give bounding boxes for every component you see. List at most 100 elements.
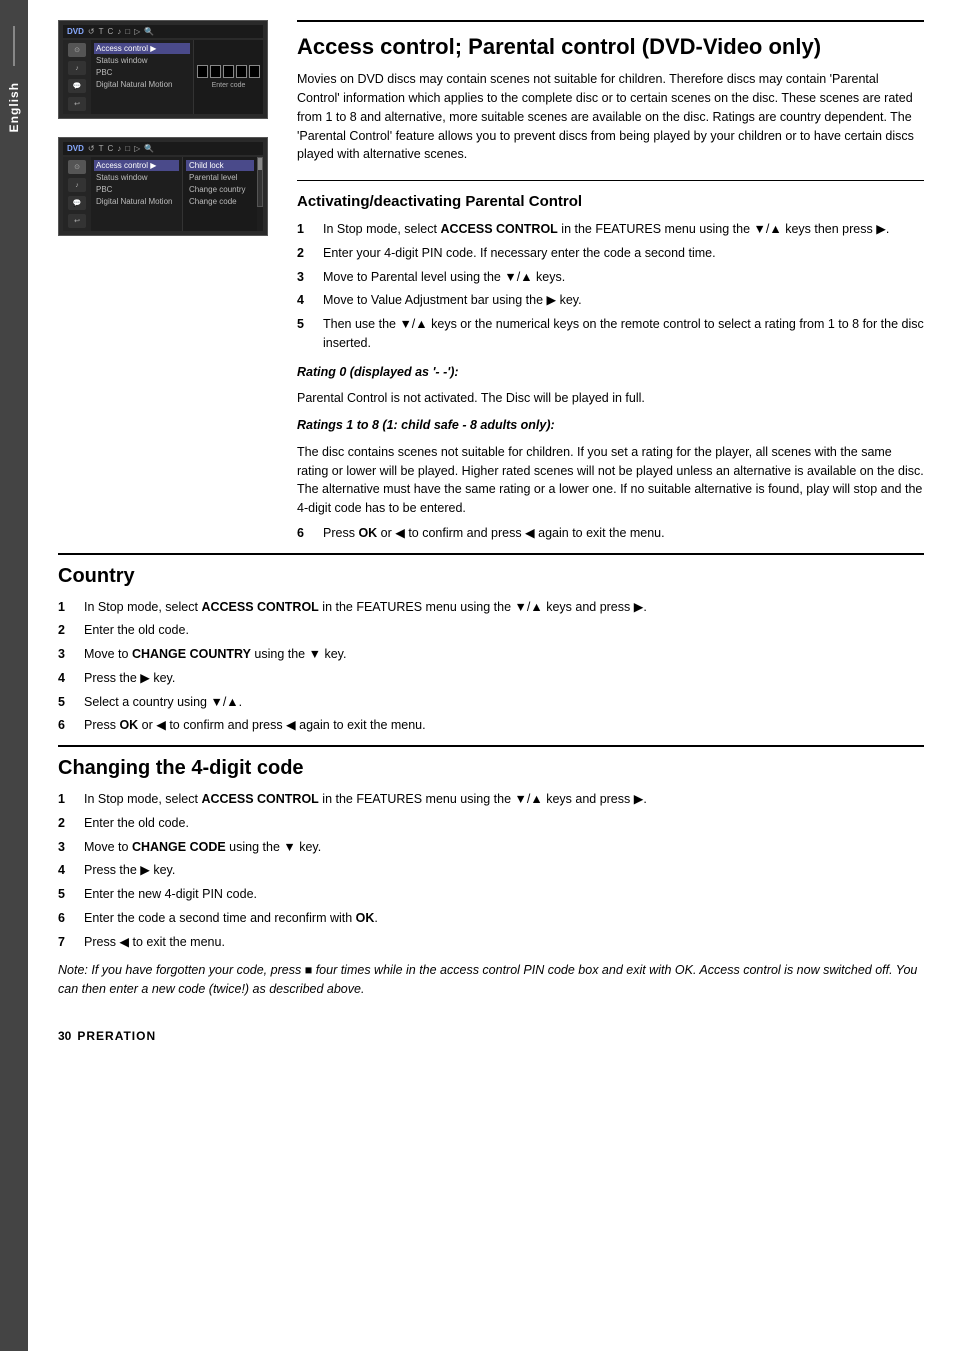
country-step-3: 3 Move to CHANGE COUNTRY using the ▼ key…	[58, 645, 924, 664]
rating0-text: Parental Control is not activated. The D…	[297, 389, 924, 408]
step-content-1: In Stop mode, select ACCESS CONTROL in t…	[323, 220, 924, 239]
code-step-num-7: 7	[58, 933, 74, 952]
dvd-zoom-icon: 🔍	[144, 27, 154, 36]
rating0-label: Rating 0 (displayed as '- -'):	[297, 363, 924, 382]
dvd-rect-icon-2: □	[125, 144, 130, 153]
dvd-play-icon: ▷	[134, 27, 140, 36]
code-step-num-4: 4	[58, 861, 74, 880]
dvd-code-box-3	[223, 65, 234, 78]
country-step-5: 5 Select a country using ▼/▲.	[58, 693, 924, 712]
step-1-3: 3 Move to Parental level using the ▼/▲ k…	[297, 268, 924, 287]
dvd-icon-speech: 💬	[68, 79, 86, 93]
c-step-num-3: 3	[58, 645, 74, 664]
code-step-content-4: Press the ▶ key.	[84, 861, 924, 880]
dvd-menu-content-2: Access control ▶ Status window PBC Digit…	[91, 157, 182, 231]
dvd-submenu-parental: Parental level	[186, 172, 254, 183]
dvd-menu-image-1: DVD ↺ T C ♪ □ ▷ 🔍 ⊙	[58, 20, 268, 119]
dvd-submenu: Child lock Parental level Change country…	[182, 157, 257, 231]
code-note: Note: If you have forgotten your code, p…	[58, 961, 924, 999]
code-step-content-3: Move to CHANGE CODE using the ▼ key.	[84, 838, 924, 857]
c-step-content-3: Move to CHANGE COUNTRY using the ▼ key.	[84, 645, 924, 664]
dvd-item-status: Status window	[94, 55, 190, 66]
top-section: DVD ↺ T C ♪ □ ▷ 🔍 ⊙	[58, 20, 924, 553]
code-step-2: 2 Enter the old code.	[58, 814, 924, 833]
dvd-item-digital: Digital Natural Motion	[94, 79, 190, 90]
dvd-clock-icon-2: ↺	[88, 144, 95, 153]
page-title: Access control; Parental control (DVD-Vi…	[297, 34, 924, 60]
rating0-bold: Rating 0 (displayed as '- -'):	[297, 365, 459, 379]
code-step-1: 1 In Stop mode, select ACCESS CONTROL in…	[58, 790, 924, 809]
page-footer: 30 PRERATION	[58, 1029, 924, 1043]
dvd-logo-icon: DVD	[67, 27, 84, 36]
dvd-code-box-2	[210, 65, 221, 78]
dvd-menu-items-1: Access control ▶ Status window PBC Digit…	[94, 43, 190, 90]
dvd-sidebar-2: ⊙ ♪ 💬 ↩	[63, 157, 91, 231]
dvd-menu-content-1: Access control ▶ Status window PBC Digit…	[91, 40, 193, 114]
step-num-2: 2	[297, 244, 313, 263]
code-step-num-6: 6	[58, 909, 74, 928]
dvd-code-box-4	[236, 65, 247, 78]
dvd-item-pbc-2: PBC	[94, 184, 179, 195]
section-heading-1: Activating/deactivating Parental Control	[297, 193, 924, 210]
code-steps: 1 In Stop mode, select ACCESS CONTROL in…	[58, 790, 924, 951]
dvd-item-pbc: PBC	[94, 67, 190, 78]
country-step-2: 2 Enter the old code.	[58, 621, 924, 640]
page-header: Access control; Parental control (DVD-Vi…	[297, 20, 924, 164]
c-step-content-6: Press OK or ◀ to confirm and press ◀ aga…	[84, 716, 924, 735]
dvd-zoom-icon-2: 🔍	[144, 144, 154, 153]
main-content: DVD ↺ T C ♪ □ ▷ 🔍 ⊙	[28, 0, 954, 1073]
country-step-4: 4 Press the ▶ key.	[58, 669, 924, 688]
dvd-menu-image-2: DVD ↺ T C ♪ □ ▷ 🔍 ⊙	[58, 137, 268, 236]
step-content-2: Enter your 4-digit PIN code. If necessar…	[323, 244, 924, 263]
dvd-item-access-2: Access control ▶	[94, 160, 179, 171]
dvd-menu-body-1: ⊙ ♪ 💬 ↩	[63, 40, 263, 114]
dvd-icon-disc: ⊙	[68, 43, 86, 57]
dvd-item-digital-2: Digital Natural Motion	[94, 196, 179, 207]
dvd-sound-icon-2: ♪	[117, 144, 121, 153]
right-content: Access control; Parental control (DVD-Vi…	[297, 20, 924, 553]
code-step-num-2: 2	[58, 814, 74, 833]
section1-step6: 6 Press OK or ◀ to confirm and press ◀ a…	[297, 524, 924, 543]
code-step-num-5: 5	[58, 885, 74, 904]
dvd-c-icon-2: C	[107, 144, 113, 153]
ratings18-label: Ratings 1 to 8 (1: child safe - 8 adults…	[297, 416, 924, 435]
dvd-scrollbar	[257, 157, 263, 207]
dvd-submenu-code: Change code	[186, 196, 254, 207]
dvd-icon-speech-2: 💬	[68, 196, 86, 210]
step-num-5: 5	[297, 315, 313, 353]
c-step-content-4: Press the ▶ key.	[84, 669, 924, 688]
dvd-icon-note-2: ♪	[68, 178, 86, 192]
dvd-icon-back: ↩	[68, 97, 86, 111]
dvd-scrollbar-thumb	[258, 158, 262, 170]
code-step-content-2: Enter the old code.	[84, 814, 924, 833]
ratings18-bold: Ratings 1 to 8 (1: child safe - 8 adults…	[297, 418, 555, 432]
footer-label: PRERATION	[77, 1029, 156, 1043]
dvd-icon-back-2: ↩	[68, 214, 86, 228]
code-step-content-7: Press ◀ to exit the menu.	[84, 933, 924, 952]
step-1-1: 1 In Stop mode, select ACCESS CONTROL in…	[297, 220, 924, 239]
dvd-icon-disc-2: ⊙	[68, 160, 86, 174]
step-1-5: 5 Then use the ▼/▲ keys or the numerical…	[297, 315, 924, 353]
country-steps: 1 In Stop mode, select ACCESS CONTROL in…	[58, 598, 924, 736]
step-content-4: Move to Value Adjustment bar using the ▶…	[323, 291, 924, 310]
country-step-6: 6 Press OK or ◀ to confirm and press ◀ a…	[58, 716, 924, 735]
dvd-c-icon: C	[107, 27, 113, 36]
section1-steps: 1 In Stop mode, select ACCESS CONTROL in…	[297, 220, 924, 353]
page-number: 30	[58, 1029, 71, 1043]
dvd-topbar-2: DVD ↺ T C ♪ □ ▷ 🔍	[63, 142, 263, 155]
c-step-content-1: In Stop mode, select ACCESS CONTROL in t…	[84, 598, 924, 617]
dvd-item-access: Access control ▶	[94, 43, 190, 54]
dvd-code-box-1	[197, 65, 208, 78]
dvd-enter-code-label: Enter code	[212, 82, 246, 89]
dvd-submenu-childlock: Child lock	[186, 160, 254, 171]
dvd-icon-note: ♪	[68, 61, 86, 75]
step-1-2: 2 Enter your 4-digit PIN code. If necess…	[297, 244, 924, 263]
step-content-6: Press OK or ◀ to confirm and press ◀ aga…	[323, 524, 924, 543]
side-tab-line	[13, 26, 15, 66]
c-step-num-4: 4	[58, 669, 74, 688]
dvd-code-boxes	[197, 65, 260, 78]
intro-paragraph: Movies on DVD discs may contain scenes n…	[297, 70, 924, 164]
dvd-t-icon-2: T	[99, 144, 104, 153]
step-num-6: 6	[297, 524, 313, 543]
dvd-sound-icon: ♪	[117, 27, 121, 36]
